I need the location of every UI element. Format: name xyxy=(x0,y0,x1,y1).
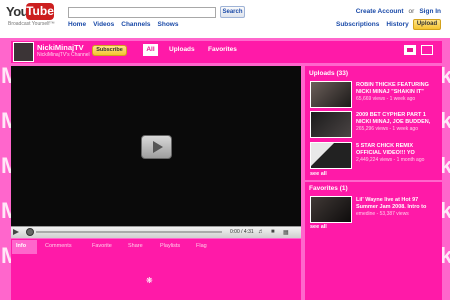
nav-home[interactable]: Home xyxy=(68,21,86,28)
expand-icon[interactable]: ▦ xyxy=(283,229,289,236)
youtube-logo[interactable]: You Tube xyxy=(6,3,54,21)
video-meta: 265,296 views - 1 week ago xyxy=(356,126,418,132)
tab-info[interactable]: Info xyxy=(16,243,26,249)
nav-channels[interactable]: Channels xyxy=(121,21,150,28)
info-panel xyxy=(11,254,301,300)
tab-uploads[interactable]: Uploads xyxy=(169,46,195,53)
video-title[interactable]: ROBIN THICKE FEATURING NICKI MINAJ "SHAK… xyxy=(356,82,438,95)
create-account-link[interactable]: Create Account xyxy=(356,8,404,15)
subscribe-button[interactable]: Subscribe xyxy=(92,45,127,56)
loading-icon: ❋ xyxy=(146,276,153,285)
uploads-see-all-link[interactable]: see all xyxy=(310,171,327,177)
player-time: 0:00 / 4:31 xyxy=(230,229,254,235)
favorites-heading[interactable]: Favorites (1) xyxy=(309,185,348,192)
channel-name[interactable]: NickiMinajTV xyxy=(37,43,84,52)
tagline: Broadcast Yourself™ xyxy=(8,21,55,27)
seek-bar[interactable] xyxy=(36,231,222,233)
sign-in-link[interactable]: Sign In xyxy=(419,8,441,15)
video-thumbnail[interactable] xyxy=(310,142,352,169)
logo-you: You xyxy=(6,4,29,19)
video-meta: 2,449,224 views - 1 month ago xyxy=(356,157,425,163)
sidebar-divider xyxy=(305,180,442,182)
tab-favorites[interactable]: Favorites xyxy=(208,46,237,53)
grid-view-glyph xyxy=(407,48,413,52)
tab-flag[interactable]: Flag xyxy=(196,243,207,249)
tab-playlists[interactable]: Playlists xyxy=(160,243,180,249)
fullscreen-icon[interactable]: ■ xyxy=(271,229,275,235)
right-nav: Subscriptions History xyxy=(336,21,409,28)
channel-avatar[interactable] xyxy=(13,42,34,62)
tab-comments[interactable]: Comments xyxy=(45,243,72,249)
volume-icon[interactable]: ♬ xyxy=(258,229,264,235)
upload-button[interactable]: Upload xyxy=(413,19,441,30)
video-meta: 65,669 views - 1 week ago xyxy=(356,96,416,102)
subscriptions-link[interactable]: Subscriptions xyxy=(336,21,379,28)
play-triangle xyxy=(153,141,163,153)
video-thumbnail[interactable] xyxy=(310,111,352,138)
nav-videos[interactable]: Videos xyxy=(93,21,114,28)
control-play-icon[interactable] xyxy=(13,229,19,235)
video-title[interactable]: 5 STAR CHICK REMIX OFFICIAL VIDEO!!! YO xyxy=(356,143,438,156)
list-view-icon[interactable] xyxy=(421,45,433,55)
video-thumbnail[interactable] xyxy=(310,196,352,223)
main-nav: Home Videos Channels Shows xyxy=(68,21,178,28)
account-links: Create Account or Sign In xyxy=(356,8,441,15)
search-button[interactable]: Search xyxy=(220,6,245,18)
video-meta: emedine - 53,387 views xyxy=(356,211,409,217)
or-text: or xyxy=(408,8,415,15)
seek-handle[interactable] xyxy=(26,228,34,236)
video-thumbnail[interactable] xyxy=(310,81,352,108)
search-input[interactable] xyxy=(68,7,216,18)
video-title[interactable]: 2009 BET CYPHER PART 1 NICKI MINAJ, JOE … xyxy=(356,112,438,125)
history-link[interactable]: History xyxy=(386,21,408,28)
tab-all[interactable]: All xyxy=(143,44,158,56)
uploads-heading[interactable]: Uploads (33) xyxy=(309,70,348,77)
tab-info-label: Info xyxy=(16,243,27,249)
grid-view-icon[interactable] xyxy=(404,45,416,55)
favorites-see-all-link[interactable]: see all xyxy=(310,224,327,230)
video-title[interactable]: Lil' Wayne live at Hot 97 Summer Jam 200… xyxy=(356,197,438,210)
tab-share[interactable]: Share xyxy=(128,243,143,249)
tab-favorite[interactable]: Favorite xyxy=(92,243,112,249)
channel-subtitle: NickiMinajTV's Channel xyxy=(37,52,90,58)
logo-tube: Tube xyxy=(26,3,54,20)
play-icon[interactable] xyxy=(141,135,172,159)
nav-shows[interactable]: Shows xyxy=(158,21,179,28)
